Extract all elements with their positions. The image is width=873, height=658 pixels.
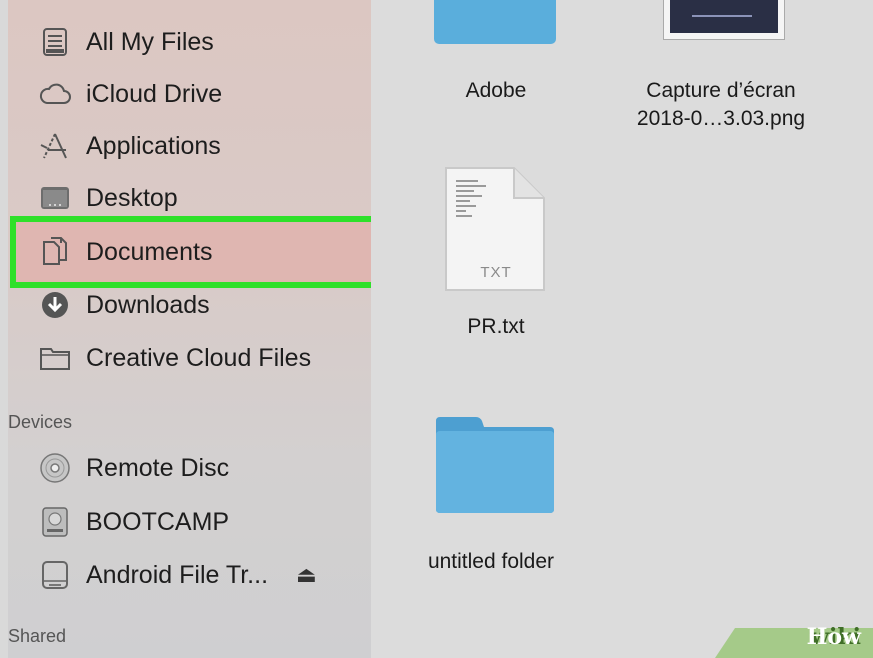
sidebar-item-label: Downloads	[86, 290, 210, 319]
devices-section-header: Devices	[8, 412, 73, 432]
file-name: Adobe	[465, 79, 527, 102]
eject-icon[interactable]: ⏏	[296, 562, 317, 588]
file-name-line-2: 2018-0…3.03.png	[636, 107, 806, 130]
sidebar-item-label: Remote Disc	[86, 453, 230, 482]
sidebar-item-label: Android File Tr...	[86, 560, 269, 589]
sidebar-item-label: Applications	[86, 131, 221, 160]
sidebar-item-all-my-files[interactable]: All My Files	[38, 22, 214, 62]
sidebar-item-label: Creative Cloud Files	[86, 343, 312, 372]
folder-icon	[434, 0, 556, 44]
finder-window: All My Files iCloud Drive Applications D…	[0, 0, 873, 658]
sidebar-item-desktop[interactable]: Desktop	[38, 178, 178, 218]
cloud-icon	[38, 77, 72, 111]
documents-icon	[38, 235, 72, 269]
watermark-how: How	[806, 624, 861, 650]
file-browser-content: Adobe Capture d’écran 2018-0…3.03.png TX…	[371, 0, 873, 658]
file-name: PR.txt	[467, 315, 525, 338]
sidebar-item-creative-cloud-files[interactable]: Creative Cloud Files	[38, 338, 311, 378]
wikihow-watermark: wiki How	[693, 618, 873, 658]
sidebar-item-icloud-drive[interactable]: iCloud Drive	[38, 74, 222, 114]
file-name: untitled folder	[427, 550, 555, 573]
desktop-icon	[38, 181, 72, 215]
sidebar-item-documents[interactable]: Documents	[38, 232, 212, 272]
sidebar-item-label: Desktop	[86, 183, 178, 212]
sidebar-item-bootcamp[interactable]: BOOTCAMP	[38, 502, 229, 542]
applications-icon	[38, 129, 72, 163]
sidebar-item-downloads[interactable]: Downloads	[38, 285, 210, 325]
sidebar-item-android-file-transfer[interactable]: Android File Tr... ⏏	[38, 555, 317, 595]
all-my-files-icon	[38, 25, 72, 59]
external-drive-icon	[38, 558, 72, 592]
image-thumbnail-icon	[663, 0, 785, 40]
sidebar: All My Files iCloud Drive Applications D…	[8, 0, 384, 658]
shared-section-header: Shared	[8, 626, 67, 646]
file-name: Capture d’écran	[646, 79, 796, 102]
sidebar-item-label: Documents	[86, 237, 213, 266]
download-icon	[38, 288, 72, 322]
disc-icon	[38, 451, 72, 485]
sidebar-item-label: All My Files	[86, 27, 214, 56]
folder-icon	[38, 341, 72, 375]
drive-icon	[38, 505, 72, 539]
sidebar-item-label: BOOTCAMP	[86, 507, 230, 536]
sidebar-item-applications[interactable]: Applications	[38, 126, 221, 166]
file-type-badge: TXT	[480, 264, 512, 281]
sidebar-item-label: iCloud Drive	[86, 79, 223, 108]
folder-icon	[434, 415, 556, 515]
sidebar-item-remote-disc[interactable]: Remote Disc	[38, 448, 229, 488]
